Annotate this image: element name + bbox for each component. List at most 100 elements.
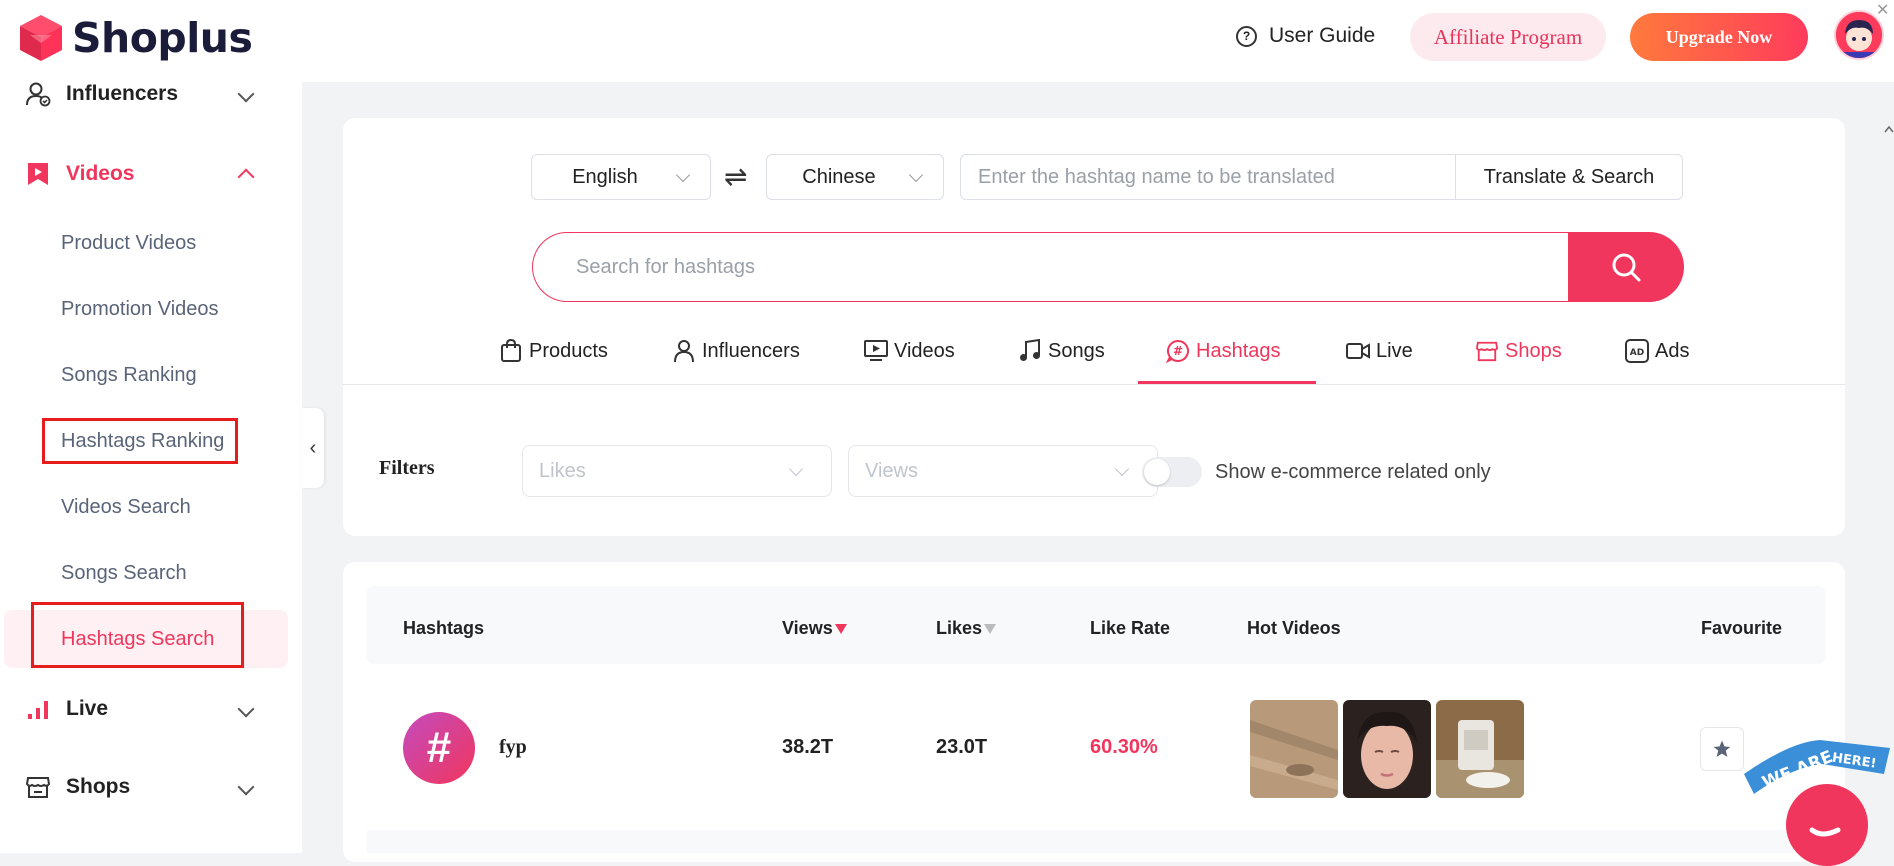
search-icon [1612, 253, 1641, 282]
tab-songs[interactable]: Songs [1018, 336, 1105, 366]
favourite-button[interactable] [1700, 727, 1744, 771]
chat-icon [1809, 827, 1841, 837]
chevron-left-icon: ‹ [309, 436, 317, 459]
tab-live[interactable]: Live [1346, 336, 1413, 366]
user-guide-link[interactable]: ? User Guide [1236, 24, 1375, 48]
chat-support-button[interactable] [1786, 784, 1868, 866]
sidebar: Influencers Videos Product Videos Promot… [0, 82, 302, 853]
star-icon [1713, 740, 1731, 757]
sidebar-item-songs-ranking[interactable]: Songs Ranking [61, 364, 197, 387]
tab-influencers[interactable]: Influencers [672, 336, 800, 366]
chevron-down-icon [1114, 461, 1130, 476]
translate-search-button[interactable]: Translate & Search [1455, 154, 1683, 200]
svg-text:AD: AD [1630, 348, 1644, 358]
sidebar-group-live[interactable]: Live [0, 696, 302, 722]
tab-label: Songs [1048, 339, 1105, 362]
top-header: Shoplus ? User Guide Affiliate Program U… [0, 0, 1894, 82]
shopping-bag-icon [499, 339, 523, 363]
bar-chart-icon [24, 695, 52, 723]
page-scrollbar[interactable] [1884, 124, 1894, 853]
sidebar-group-shops[interactable]: Shops [0, 774, 302, 800]
target-language-select[interactable]: Chinese [766, 154, 944, 200]
tabs-divider [343, 384, 1845, 385]
close-icon[interactable]: ✕ [1876, 0, 1889, 20]
tab-products[interactable]: Products [499, 336, 608, 366]
column-header-likes[interactable]: Likes [936, 618, 997, 639]
column-header-hot-videos: Hot Videos [1247, 618, 1341, 638]
swap-languages-icon[interactable]: ⇌ [724, 160, 747, 193]
search-button[interactable] [1568, 232, 1684, 302]
help-circle-icon: ? [1236, 25, 1257, 47]
hashtag-search-input[interactable] [532, 232, 1572, 302]
tab-label: Videos [894, 339, 955, 362]
tab-label: Influencers [702, 339, 800, 362]
views-filter-placeholder: Views [865, 459, 918, 482]
tab-label: Shops [1505, 339, 1562, 362]
column-header-like-rate: Like Rate [1090, 618, 1171, 638]
column-header-hashtags: Hashtags [403, 618, 485, 638]
column-header-label: Likes [936, 618, 983, 638]
table-row [367, 830, 1825, 853]
sidebar-item-videos-search[interactable]: Videos Search [61, 496, 191, 519]
tab-videos[interactable]: Videos [864, 336, 955, 366]
tab-label: Live [1376, 339, 1413, 362]
chevron-down-icon [788, 461, 804, 476]
active-tab-indicator [1138, 381, 1316, 384]
ecommerce-toggle-label: Show e-commerce related only [1215, 461, 1491, 483]
chevron-down-icon [908, 167, 924, 182]
video-screen-icon [864, 339, 888, 363]
sidebar-item-songs-search[interactable]: Songs Search [61, 562, 187, 585]
tab-shops[interactable]: Shops [1475, 336, 1562, 366]
sidebar-group-label: Shops [66, 775, 131, 798]
sidebar-collapse-toggle[interactable]: ‹ [302, 408, 324, 488]
tab-ads[interactable]: AD Ads [1625, 336, 1689, 366]
upgrade-now-button[interactable]: Upgrade Now [1630, 13, 1808, 61]
sidebar-group-influencers[interactable]: Influencers [0, 80, 302, 108]
store-icon [1475, 339, 1499, 363]
hot-video-thumbnail[interactable] [1436, 700, 1524, 798]
sidebar-group-label: Live [66, 697, 109, 720]
chevron-up-icon [237, 168, 255, 186]
column-header-label: Views [782, 618, 833, 638]
highlight-box-hashtags-search [31, 602, 244, 668]
hashtag-likes: 23.0T [936, 736, 988, 758]
hot-video-thumbnail[interactable] [1250, 700, 1338, 798]
user-icon [672, 339, 696, 363]
hashtag-name[interactable]: fyp [499, 736, 527, 759]
tab-label: Products [529, 339, 608, 362]
sidebar-item-promotion-videos[interactable]: Promotion Videos [61, 298, 219, 321]
translate-hashtag-input[interactable] [960, 154, 1456, 200]
chevron-down-icon [675, 167, 691, 182]
views-filter-select[interactable]: Views [848, 445, 1158, 497]
ad-badge-icon: AD [1625, 339, 1649, 363]
tab-hashtags[interactable]: # Hashtags [1166, 336, 1281, 366]
chevron-down-icon [237, 700, 255, 718]
filters-label: Filters [379, 457, 435, 479]
hashtag-like-rate: 60.30% [1090, 736, 1158, 758]
music-note-icon [1018, 339, 1042, 363]
sort-desc-icon [834, 623, 847, 634]
tab-label: Ads [1655, 339, 1690, 362]
highlight-box-hashtags-ranking [42, 418, 238, 464]
likes-filter-placeholder: Likes [539, 459, 586, 482]
sidebar-group-label: Videos [66, 162, 135, 185]
user-guide-label: User Guide [1269, 24, 1376, 47]
chevron-down-icon [237, 85, 255, 103]
column-header-views[interactable]: Views [782, 618, 847, 639]
tab-label: Hashtags [1196, 339, 1281, 362]
chevron-down-icon [237, 778, 255, 796]
affiliate-program-button[interactable]: Affiliate Program [1410, 13, 1606, 61]
source-language-value: English [572, 165, 638, 188]
user-check-icon [24, 80, 52, 108]
shoplus-logo-icon [20, 15, 62, 61]
sort-desc-icon [984, 623, 997, 634]
hashtag-views: 38.2T [782, 736, 834, 758]
column-header-favourite: Favourite [1701, 618, 1783, 638]
likes-filter-select[interactable]: Likes [522, 445, 832, 497]
source-language-select[interactable]: English [531, 154, 711, 200]
shoplus-logo[interactable]: Shoplus [18, 10, 253, 66]
sidebar-item-product-videos[interactable]: Product Videos [61, 232, 196, 255]
sidebar-group-videos[interactable]: Videos [0, 160, 302, 188]
hot-video-thumbnail[interactable] [1343, 700, 1431, 798]
ecommerce-toggle[interactable] [1142, 457, 1202, 487]
